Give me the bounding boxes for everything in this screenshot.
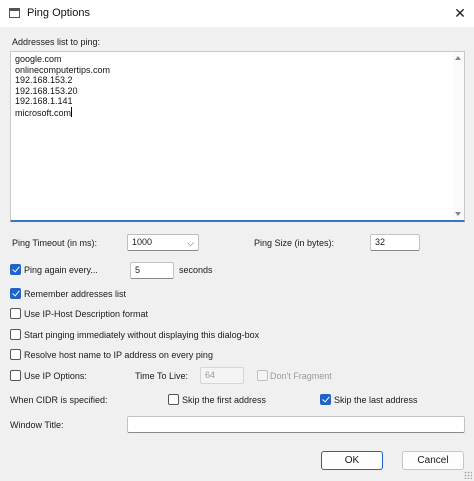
remember-addresses-checkbox[interactable] <box>10 288 21 299</box>
ip-host-format-checkbox[interactable] <box>10 308 21 319</box>
ping-timeout-value: 1000 <box>132 237 153 247</box>
resolve-hostname-checkbox[interactable] <box>10 349 21 360</box>
ping-options-dialog: Ping Options ✕ Addresses list to ping: g… <box>0 0 474 481</box>
window-title: Ping Options <box>27 7 90 19</box>
seconds-label: seconds <box>179 265 213 275</box>
dialog-footer: OK Cancel <box>0 446 474 481</box>
skip-first-checkbox[interactable] <box>168 394 179 405</box>
text-caret <box>71 106 73 117</box>
address-line: onlinecomputertips.com <box>15 64 111 75</box>
ttl-value: 64 <box>205 370 216 380</box>
ping-timeout-label: Ping Timeout (in ms): <box>12 238 98 248</box>
ping-again-label: Ping again every... <box>24 265 98 275</box>
ping-timeout-select[interactable]: 1000 ⌵ <box>127 234 199 251</box>
address-line: 192.168.1.141 <box>15 96 73 106</box>
skip-first-label: Skip the first address <box>182 395 267 405</box>
ip-options-label: Use IP Options: <box>24 371 87 381</box>
ping-again-checkbox[interactable] <box>10 264 21 275</box>
window-title-label: Window Title: <box>10 420 64 430</box>
address-line: 192.168.153.2 <box>15 75 73 85</box>
window-title-input[interactable] <box>127 416 465 433</box>
ping-size-input[interactable]: 32 <box>370 234 420 251</box>
ok-button[interactable]: OK <box>321 451 383 470</box>
cancel-button[interactable]: Cancel <box>402 451 464 470</box>
scroll-down-icon[interactable] <box>455 212 461 216</box>
scroll-up-icon[interactable] <box>455 56 461 60</box>
ping-size-label: Ping Size (in bytes): <box>254 238 335 248</box>
ttl-label: Time To Live: <box>135 371 189 381</box>
addresses-label: Addresses list to ping: <box>12 37 101 47</box>
skip-last-label: Skip the last address <box>334 395 418 405</box>
dont-fragment-checkbox[interactable] <box>257 370 268 381</box>
ip-options-checkbox[interactable] <box>10 370 21 381</box>
ping-interval-value: 5 <box>135 265 141 275</box>
ping-size-value: 32 <box>375 237 386 247</box>
app-window-icon <box>9 8 20 18</box>
ip-host-format-label: Use IP-Host Description format <box>24 309 149 319</box>
address-line: google.com <box>15 54 62 64</box>
remember-addresses-label: Remember addresses list <box>24 289 127 299</box>
start-immediately-label: Start pinging immediately without displa… <box>24 330 260 340</box>
resolve-hostname-label: Resolve host name to IP address on every… <box>24 350 213 360</box>
ttl-input[interactable]: 64 <box>200 367 244 384</box>
address-line: microsoft.com <box>15 107 72 118</box>
cidr-label: When CIDR is specified: <box>10 395 108 405</box>
address-line: 192.168.153.20 <box>15 85 78 96</box>
skip-last-checkbox[interactable] <box>320 394 331 405</box>
title-bar: Ping Options ✕ <box>0 0 474 27</box>
addresses-textarea[interactable]: google.com onlinecomputertips.com 192.16… <box>10 51 465 222</box>
vertical-scrollbar[interactable] <box>453 52 464 220</box>
ping-interval-input[interactable]: 5 <box>130 262 174 279</box>
resize-grip-icon[interactable] <box>464 471 472 479</box>
close-icon[interactable]: ✕ <box>446 0 474 27</box>
chevron-down-icon: ⌵ <box>187 238 194 248</box>
start-immediately-checkbox[interactable] <box>10 329 21 340</box>
dont-fragment-label: Don't Fragment <box>270 371 332 381</box>
